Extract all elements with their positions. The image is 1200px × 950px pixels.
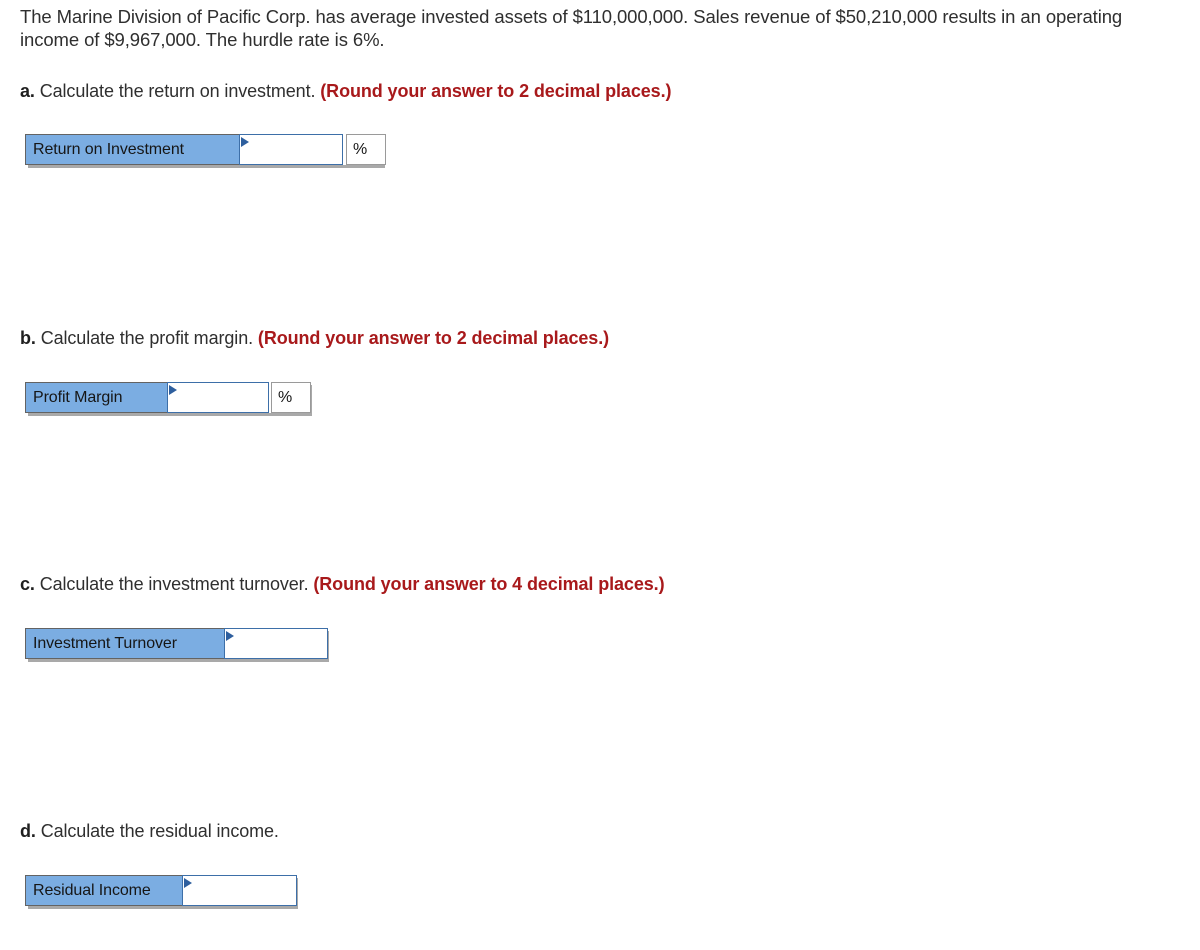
question-c-letter: c. (20, 574, 40, 594)
answer-input-profit-margin[interactable] (167, 382, 269, 413)
question-c: c. Calculate the investment turnover. (R… (20, 573, 665, 595)
widget-shadow (28, 906, 298, 909)
problem-statement: The Marine Division of Pacific Corp. has… (20, 6, 1123, 50)
answer-input-residual-income[interactable] (182, 875, 297, 906)
question-b-rounding: (Round your answer to 2 decimal places.) (257, 328, 610, 348)
answer-input-container-profit-margin[interactable] (167, 382, 269, 413)
widget-shadow (28, 165, 385, 168)
answer-widget-return-on-investment: Return on Investment % (25, 134, 386, 168)
answer-widget-profit-margin: Profit Margin % (25, 382, 312, 416)
widget-shadow (28, 413, 312, 416)
question-b-letter: b. (20, 328, 41, 348)
question-a-letter: a. (20, 81, 40, 101)
answer-input-return-on-investment[interactable] (239, 134, 343, 165)
unit-cell-percent-a: % (346, 134, 386, 165)
question-a: a. Calculate the return on investment. (… (20, 80, 671, 102)
answer-widget-residual-income: Residual Income (25, 875, 298, 909)
answer-label-profit-margin: Profit Margin (25, 382, 168, 413)
answer-widget-investment-turnover: Investment Turnover (25, 628, 329, 662)
question-d-text: Calculate the residual income. (40, 821, 279, 841)
question-a-rounding: (Round your answer to 2 decimal places.) (320, 81, 672, 101)
problem-page: The Marine Division of Pacific Corp. has… (0, 0, 1200, 950)
question-b-text: Calculate the profit margin. (40, 328, 258, 348)
answer-input-investment-turnover[interactable] (224, 628, 328, 659)
question-d: d. Calculate the residual income. (20, 820, 279, 842)
question-d-letter: d. (20, 821, 41, 841)
answer-label-residual-income: Residual Income (25, 875, 183, 906)
answer-label-investment-turnover: Investment Turnover (25, 628, 225, 659)
answer-input-container-residual-income[interactable] (182, 875, 297, 906)
unit-cell-percent-b: % (271, 382, 311, 413)
question-c-text: Calculate the investment turnover. (39, 574, 314, 594)
widget-shadow (28, 659, 329, 662)
answer-input-container-investment-turnover[interactable] (224, 628, 328, 659)
question-b: b. Calculate the profit margin. (Round y… (20, 327, 609, 349)
answer-label-return-on-investment: Return on Investment (25, 134, 240, 165)
answer-input-container-return-on-investment[interactable] (239, 134, 343, 165)
question-a-text: Calculate the return on investment. (39, 81, 321, 101)
question-c-rounding: (Round your answer to 4 decimal places.) (313, 574, 665, 594)
